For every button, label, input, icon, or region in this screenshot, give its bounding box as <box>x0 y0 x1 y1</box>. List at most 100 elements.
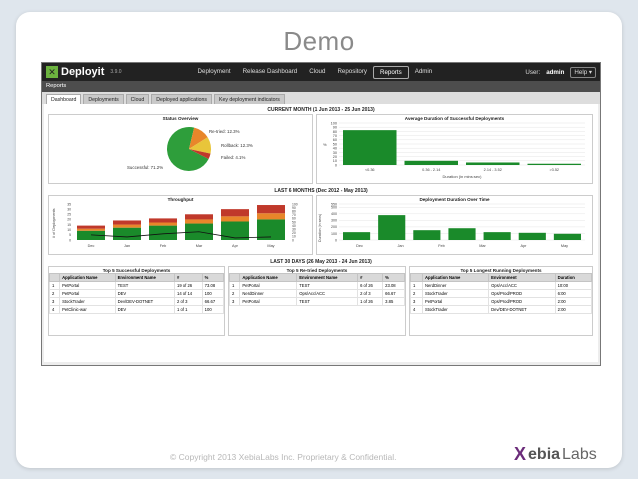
y-axis-label: # of Deployments <box>52 208 56 238</box>
nav-release-dashboard[interactable]: Release Dashboard <box>237 66 304 79</box>
x-tick-label: Dec <box>88 244 95 248</box>
bar-segment <box>149 222 177 226</box>
table-row[interactable]: 4 StockTrader Dev/DEV-DOTNET 2:00 <box>410 305 592 314</box>
right-tick-label: 40 <box>292 224 296 228</box>
table-cell: 73.08 <box>201 281 224 290</box>
column-header[interactable]: % <box>201 273 224 282</box>
table-row[interactable]: 2 PetPortal DEV 14 of 14 100 <box>49 289 224 298</box>
bar <box>527 163 581 165</box>
table-cell: 6:00 <box>554 289 592 298</box>
right-tick-label: 80 <box>292 210 296 214</box>
table-row[interactable]: 3 StockTrader Dev/DEV-DOTNET 2 of 3 66.67 <box>49 297 224 306</box>
y-axis-label: Duration (in secs) <box>318 214 322 242</box>
table-header-row: Application Name Environment Name #% <box>49 273 224 282</box>
tab-dashboard[interactable]: Dashboard <box>46 94 82 104</box>
y-tick-label: 40 <box>333 147 337 151</box>
table-cell: 66.67 <box>382 289 405 298</box>
table-header-row: Application Name Environment Name #% <box>229 273 405 282</box>
table-row[interactable]: 4 PetClinic-war DEV 1 of 1 100 <box>49 305 224 314</box>
section-last-6-months: LAST 6 MONTHS (Dec 2012 - May 2013) <box>274 188 368 194</box>
column-header[interactable]: Application Name <box>422 273 490 282</box>
tab-key-deployment-indicators[interactable]: Key deployment indicators <box>214 94 285 104</box>
nav-reports[interactable]: Reports <box>373 65 409 79</box>
table-cell: 6 of 26 <box>357 281 384 290</box>
column-header[interactable]: Environment <box>488 273 556 282</box>
column-header[interactable]: Application Name <box>59 273 116 282</box>
table-cell: StockTrader <box>422 289 490 298</box>
nav-admin[interactable]: Admin <box>409 66 439 79</box>
tab-deployed-applications[interactable]: Deployed applications <box>151 94 212 104</box>
column-header[interactable]: # <box>173 273 203 282</box>
logo[interactable]: ✕ Deployit <box>46 66 104 78</box>
x-tick-label: Mar <box>196 244 203 248</box>
nav-cloud[interactable]: Cloud <box>303 66 331 79</box>
column-header[interactable]: Environment Name <box>296 273 359 282</box>
y-tick-label: 100 <box>331 232 337 236</box>
bar <box>404 160 458 165</box>
table-cell: 100 <box>201 305 224 314</box>
table-cell: 3 <box>410 297 424 306</box>
column-header[interactable]: Environment Name <box>114 273 175 282</box>
y-tick-label: 35 <box>67 202 71 206</box>
bar-segment <box>113 224 141 228</box>
x-tick-label: Apr <box>232 244 239 248</box>
column-header[interactable] <box>49 273 61 282</box>
column-header[interactable] <box>410 273 424 282</box>
column-header[interactable]: # <box>357 273 384 282</box>
bar-segment <box>113 220 141 225</box>
y-tick-label: 80 <box>333 130 337 134</box>
table-cell: Ops/Acc/ACC <box>488 281 556 290</box>
bar <box>378 215 406 240</box>
table-cell: Ops/Acc/ACC <box>296 289 359 298</box>
chevron-down-icon: ▾ <box>588 68 592 76</box>
column-header[interactable] <box>229 273 241 282</box>
user-name[interactable]: admin <box>546 69 564 76</box>
table-cell: 2 of 3 <box>357 289 384 298</box>
x-tick-label: 2.14 - 3.52 <box>484 168 502 172</box>
table-cell: StockTrader <box>59 297 116 306</box>
bar-segment <box>113 227 141 240</box>
y-tick-label: 10 <box>67 228 71 232</box>
nav-deployment[interactable]: Deployment <box>192 66 237 79</box>
y-tick-label: 30 <box>333 151 337 155</box>
y-tick-label: 0 <box>335 238 337 242</box>
table-row[interactable]: 2 StockTrader Ops/Prod/PROD 6:00 <box>410 289 592 298</box>
successful-deployments-table: Application Name Environment Name #% 1 PetPo… <box>49 273 224 314</box>
y-tick-label: 50 <box>333 142 337 146</box>
user-label: User: <box>525 68 541 76</box>
table-row[interactable]: 1 PetPortal TEST 6 of 26 23.08 <box>229 281 405 290</box>
help-button[interactable]: Help ▾ <box>570 66 596 78</box>
pie-label: Re-tried: 12.3% <box>209 129 240 134</box>
column-header[interactable]: Application Name <box>239 273 298 282</box>
right-tick-label: 10 <box>292 235 296 239</box>
table-row[interactable]: 3 PetPortal TEST 1 of 26 3.85 <box>229 297 405 306</box>
nav-repository[interactable]: Repository <box>331 66 373 79</box>
right-tick-label: 60 <box>292 217 296 221</box>
bar <box>343 130 397 165</box>
table-row[interactable]: 3 PetPortal Ops/Prod/PROD 2:00 <box>410 297 592 306</box>
app-window: ✕ Deployit 3.9.0 Deployment Release Dash… <box>41 62 601 366</box>
table-cell: 100 <box>201 289 224 298</box>
y-tick-label: 20 <box>333 155 337 159</box>
bar-segment <box>77 225 105 229</box>
right-tick-label: 0 <box>292 238 294 242</box>
table-header-row: Application Name Environment Duration <box>410 273 592 282</box>
reports-header: Reports <box>42 81 600 92</box>
table-cell: 66.67 <box>201 297 224 306</box>
table-cell: PetPortal <box>239 297 298 306</box>
table-cell: Ops/Prod/PROD <box>488 297 556 306</box>
x-tick-label: 0.36 - 2.14 <box>422 168 440 172</box>
tab-cloud[interactable]: Cloud <box>125 94 150 104</box>
table-cell: 23.08 <box>382 281 405 290</box>
xebialabs-logo: Xebia Labs <box>514 444 597 464</box>
table-cell: DEV <box>114 289 175 298</box>
table-cell: TEST <box>296 297 359 306</box>
table-row[interactable]: 2 NerdDinner Ops/Acc/ACC 2 of 3 66.67 <box>229 289 405 298</box>
table-cell: 2:00 <box>554 305 592 314</box>
tab-deployments[interactable]: Deployments <box>83 94 124 104</box>
column-header[interactable]: Duration <box>554 273 592 282</box>
column-header[interactable]: % <box>382 273 405 282</box>
table-cell: PetPortal <box>239 281 298 290</box>
table-row[interactable]: 1 NerdDinner Ops/Acc/ACC 10:00 <box>410 281 592 290</box>
table-row[interactable]: 1 PetPortal TEST 19 of 26 73.08 <box>49 281 224 290</box>
